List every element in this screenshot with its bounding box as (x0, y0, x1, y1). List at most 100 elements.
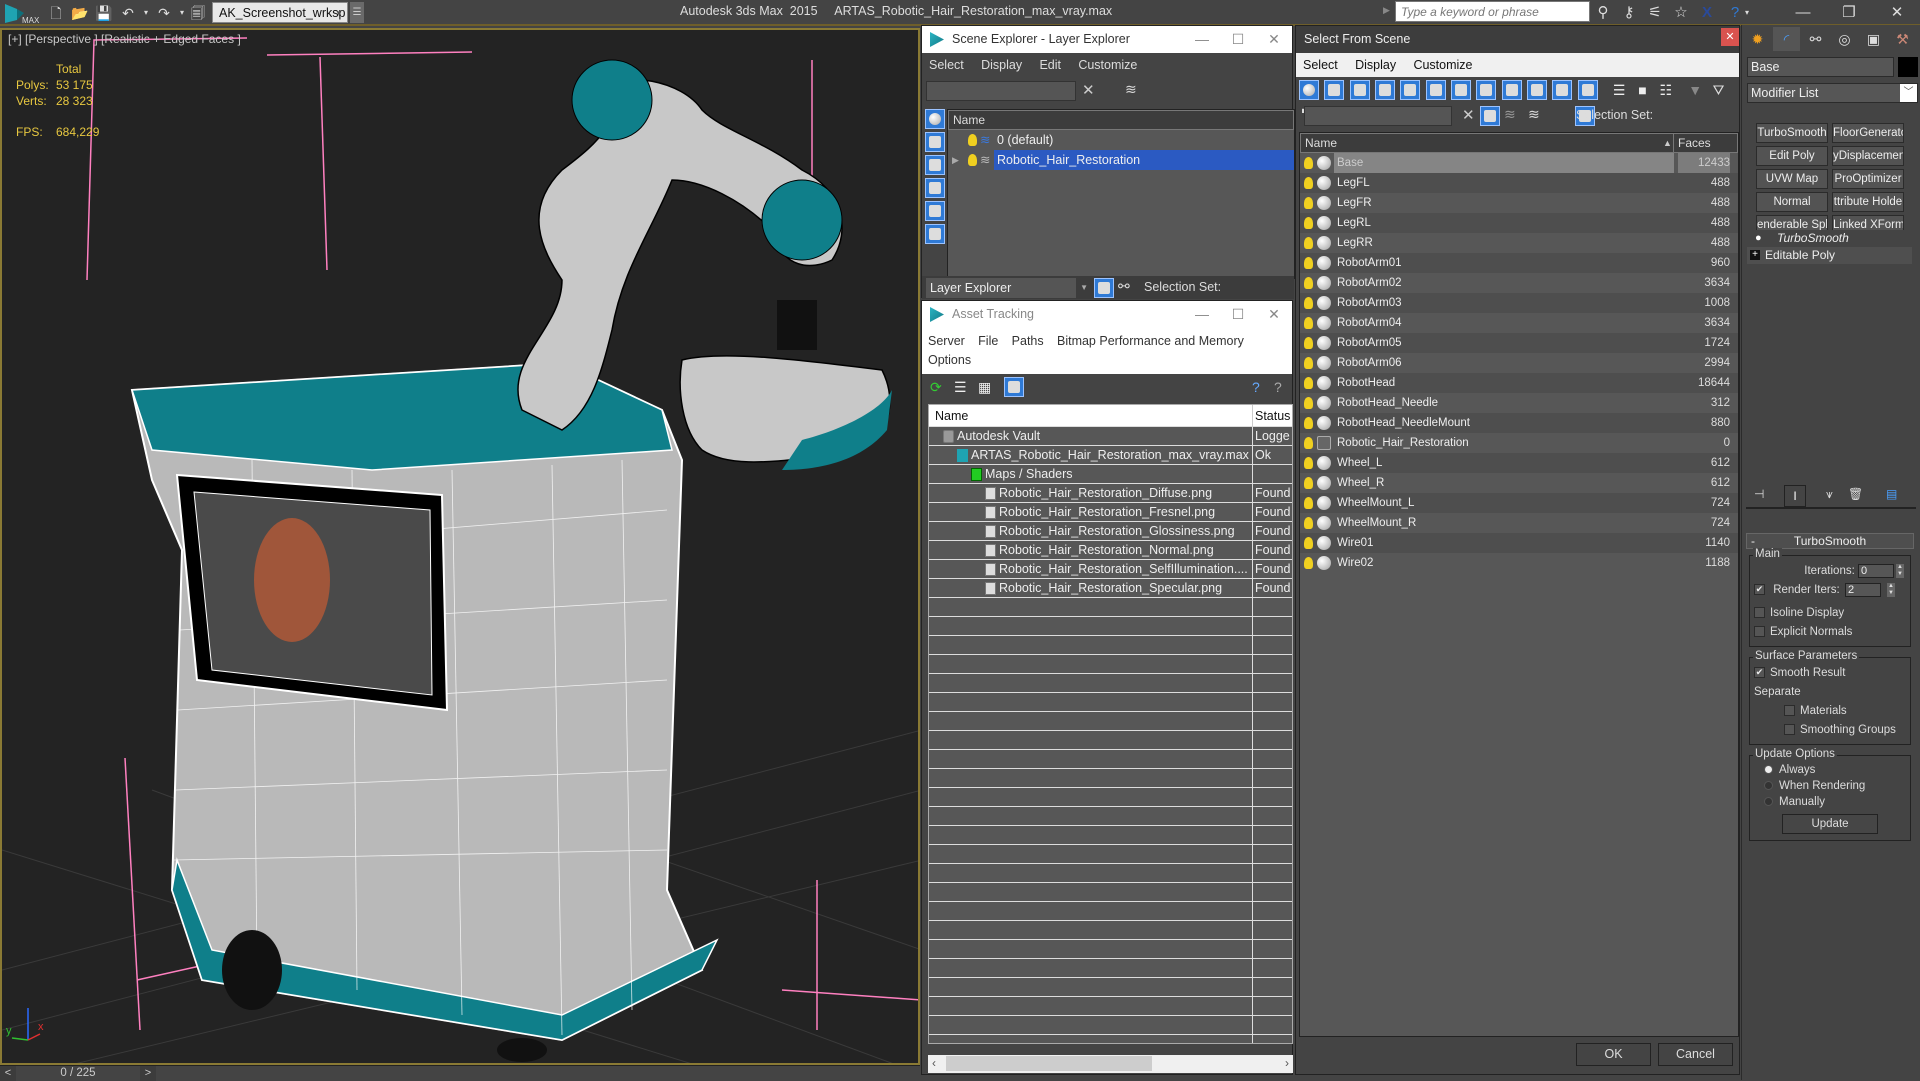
modifier-button[interactable]: Normal (1756, 192, 1828, 212)
close-button[interactable]: ✕ (1256, 26, 1292, 53)
scene-explorer-titlebar[interactable]: Scene Explorer - Layer Explorer — ☐ ✕ (922, 26, 1292, 53)
menu-display[interactable]: Display (1348, 53, 1403, 77)
filter-icon[interactable] (1480, 106, 1500, 126)
scroll-left-icon[interactable]: ‹ (932, 1056, 936, 1070)
menu-display[interactable]: Display (974, 53, 1029, 77)
render-iters-checkbox[interactable]: ✔ (1754, 584, 1765, 596)
object-row[interactable]: RobotArm01 960 (1300, 253, 1738, 273)
select-search-input[interactable] (1304, 106, 1452, 126)
object-color-swatch[interactable] (1898, 57, 1918, 77)
redo-icon[interactable]: ↷ (154, 3, 174, 23)
select-all-icon[interactable]: ☰ (1609, 82, 1629, 99)
help-dropdown-icon[interactable]: ▾ (1742, 2, 1752, 24)
object-row[interactable]: LegFL 488 (1300, 173, 1738, 193)
manually-option[interactable]: Manually (1754, 794, 1906, 810)
spinner-arrows-icon[interactable]: ▲ ▼ (1887, 583, 1895, 597)
spinner-arrows-icon[interactable]: ▲ ▼ (1896, 563, 1904, 578)
menu-options[interactable]: Options (928, 353, 971, 367)
iterations-spinner[interactable]: 0 (1858, 563, 1894, 578)
remove-modifier-icon[interactable]: 🗑 (1848, 487, 1863, 501)
star-icon[interactable]: ☆ (1670, 2, 1692, 24)
cameras-filter-icon[interactable] (1375, 80, 1396, 100)
minimize-button[interactable]: — (1780, 0, 1826, 26)
display-tab-icon[interactable]: ▣ (1860, 27, 1887, 51)
lights-filter-icon[interactable] (925, 155, 945, 175)
maximize-button[interactable]: ☐ (1220, 301, 1256, 328)
clear-search-icon[interactable]: ✕ (1082, 81, 1095, 99)
lights-filter-icon[interactable] (1349, 80, 1370, 100)
scene-explorer-search-input[interactable] (926, 81, 1076, 101)
smooth-result-checkbox[interactable]: ✔ (1754, 667, 1765, 679)
show-end-result-icon[interactable]: I (1784, 485, 1806, 507)
object-row[interactable]: WheelMount_L 724 (1300, 493, 1738, 513)
modifier-button[interactable]: UVW Map (1756, 169, 1828, 189)
select-none-icon[interactable]: ■ (1632, 82, 1652, 98)
refresh-icon[interactable]: ⟳ (930, 379, 942, 396)
key-icon[interactable]: ⚷ (1618, 2, 1640, 24)
lightbulb-icon[interactable] (1304, 157, 1313, 169)
expand-icon[interactable]: + (1750, 250, 1760, 260)
maximize-button[interactable]: ☐ (1220, 26, 1256, 53)
object-row[interactable]: LegFR 488 (1300, 193, 1738, 213)
stack-item-editable-poly[interactable]: + Editable Poly (1747, 247, 1912, 264)
binoculars-icon[interactable]: ⚲ (1592, 2, 1614, 24)
menu-file[interactable]: File (978, 334, 998, 348)
cameras-filter-icon[interactable] (925, 178, 945, 198)
modifier-button[interactable]: ttribute Holde (1832, 192, 1904, 212)
restore-button[interactable]: ❐ (1826, 0, 1872, 26)
infocenter-search-input[interactable]: Type a keyword or phrase (1395, 1, 1590, 22)
hidden-filter-icon[interactable] (1577, 80, 1598, 100)
sort-ascending-icon[interactable]: ▲ (1663, 134, 1672, 152)
lightbulb-icon[interactable] (1304, 177, 1313, 189)
save-icon[interactable]: 💾 (94, 3, 114, 23)
layers-settings-icon[interactable]: ≋ (1504, 106, 1516, 123)
menu-paths[interactable]: Paths (1012, 334, 1044, 348)
menu-customize[interactable]: Customize (1406, 53, 1479, 77)
spacewarps-filter-icon[interactable] (925, 224, 945, 244)
asset-row[interactable]: Autodesk Vault Logge (929, 427, 1292, 446)
column-header-name[interactable]: Name (929, 405, 1253, 427)
smoothing-groups-checkbox[interactable] (1784, 724, 1795, 736)
object-row[interactable]: RobotHead_Needle 312 (1300, 393, 1738, 413)
asset-row[interactable]: Robotic_Hair_Restoration_Specular.png Fou… (929, 579, 1292, 598)
shapes-filter-icon[interactable] (925, 132, 945, 152)
update-button[interactable]: Update (1782, 814, 1878, 834)
lightbulb-icon[interactable] (968, 154, 977, 166)
lightbulb-icon[interactable] (1304, 257, 1313, 269)
funnel-icon[interactable]: ▼ (1685, 82, 1705, 98)
lightbulb-icon[interactable]: ● (1755, 230, 1762, 247)
menu-server[interactable]: Server (928, 334, 965, 348)
select-invert-icon[interactable]: ☷ (1656, 82, 1676, 99)
hierarchy-tab-icon[interactable]: ⚯ (1802, 27, 1829, 51)
asset-row[interactable]: Robotic_Hair_Restoration_SelfIlluminatio… (929, 560, 1292, 579)
modifier-button[interactable]: ProOptimizer (1832, 169, 1904, 189)
column-header-status[interactable]: Status (1255, 405, 1292, 427)
when-rendering-option[interactable]: When Rendering (1754, 778, 1906, 794)
select-from-scene-titlebar[interactable]: Select From Scene ✕ (1296, 26, 1739, 53)
project-folder-icon[interactable]: 🗐 (188, 3, 208, 23)
explicit-normals-checkbox[interactable] (1754, 626, 1765, 638)
asset-row[interactable]: Maps / Shaders (929, 465, 1292, 484)
undo-icon[interactable]: ↶ (118, 3, 138, 23)
lightbulb-icon[interactable] (1304, 277, 1313, 289)
isoline-checkbox[interactable] (1754, 607, 1765, 619)
workspace-dropdown[interactable]: AK_Screenshot_wrksp ▼ (212, 2, 348, 23)
scroll-right-icon[interactable]: › (1285, 1056, 1289, 1070)
viewport-label-menu[interactable]: [+] [Perspective ] [Realistic + Edged Fa… (8, 32, 241, 46)
hierarchy-icon[interactable]: ⚯ (1118, 278, 1130, 295)
explorer-mode-dropdown[interactable]: Layer Explorer ▼ (926, 278, 1088, 298)
lightbulb-icon[interactable] (1304, 217, 1313, 229)
lightbulb-icon[interactable] (1304, 477, 1313, 489)
modifier-button[interactable]: Edit Poly (1756, 146, 1828, 166)
workspace-menu-button[interactable]: ☰ (350, 2, 364, 23)
object-row[interactable]: Wire01 1140 (1300, 533, 1738, 553)
minimize-button[interactable]: — (1184, 301, 1220, 328)
object-row[interactable]: RobotArm02 3634 (1300, 273, 1738, 293)
column-header-name[interactable]: Name (948, 110, 1294, 130)
exchange-icon[interactable]: X (1696, 2, 1718, 24)
layer-row[interactable]: ▶ ≋ Robotic_Hair_Restoration (948, 150, 1294, 170)
pin-stack-icon[interactable]: ⊣ (1754, 487, 1764, 501)
lightbulb-icon[interactable] (1304, 297, 1313, 309)
object-row[interactable]: Wheel_R 612 (1300, 473, 1738, 493)
always-radio[interactable] (1764, 765, 1773, 775)
